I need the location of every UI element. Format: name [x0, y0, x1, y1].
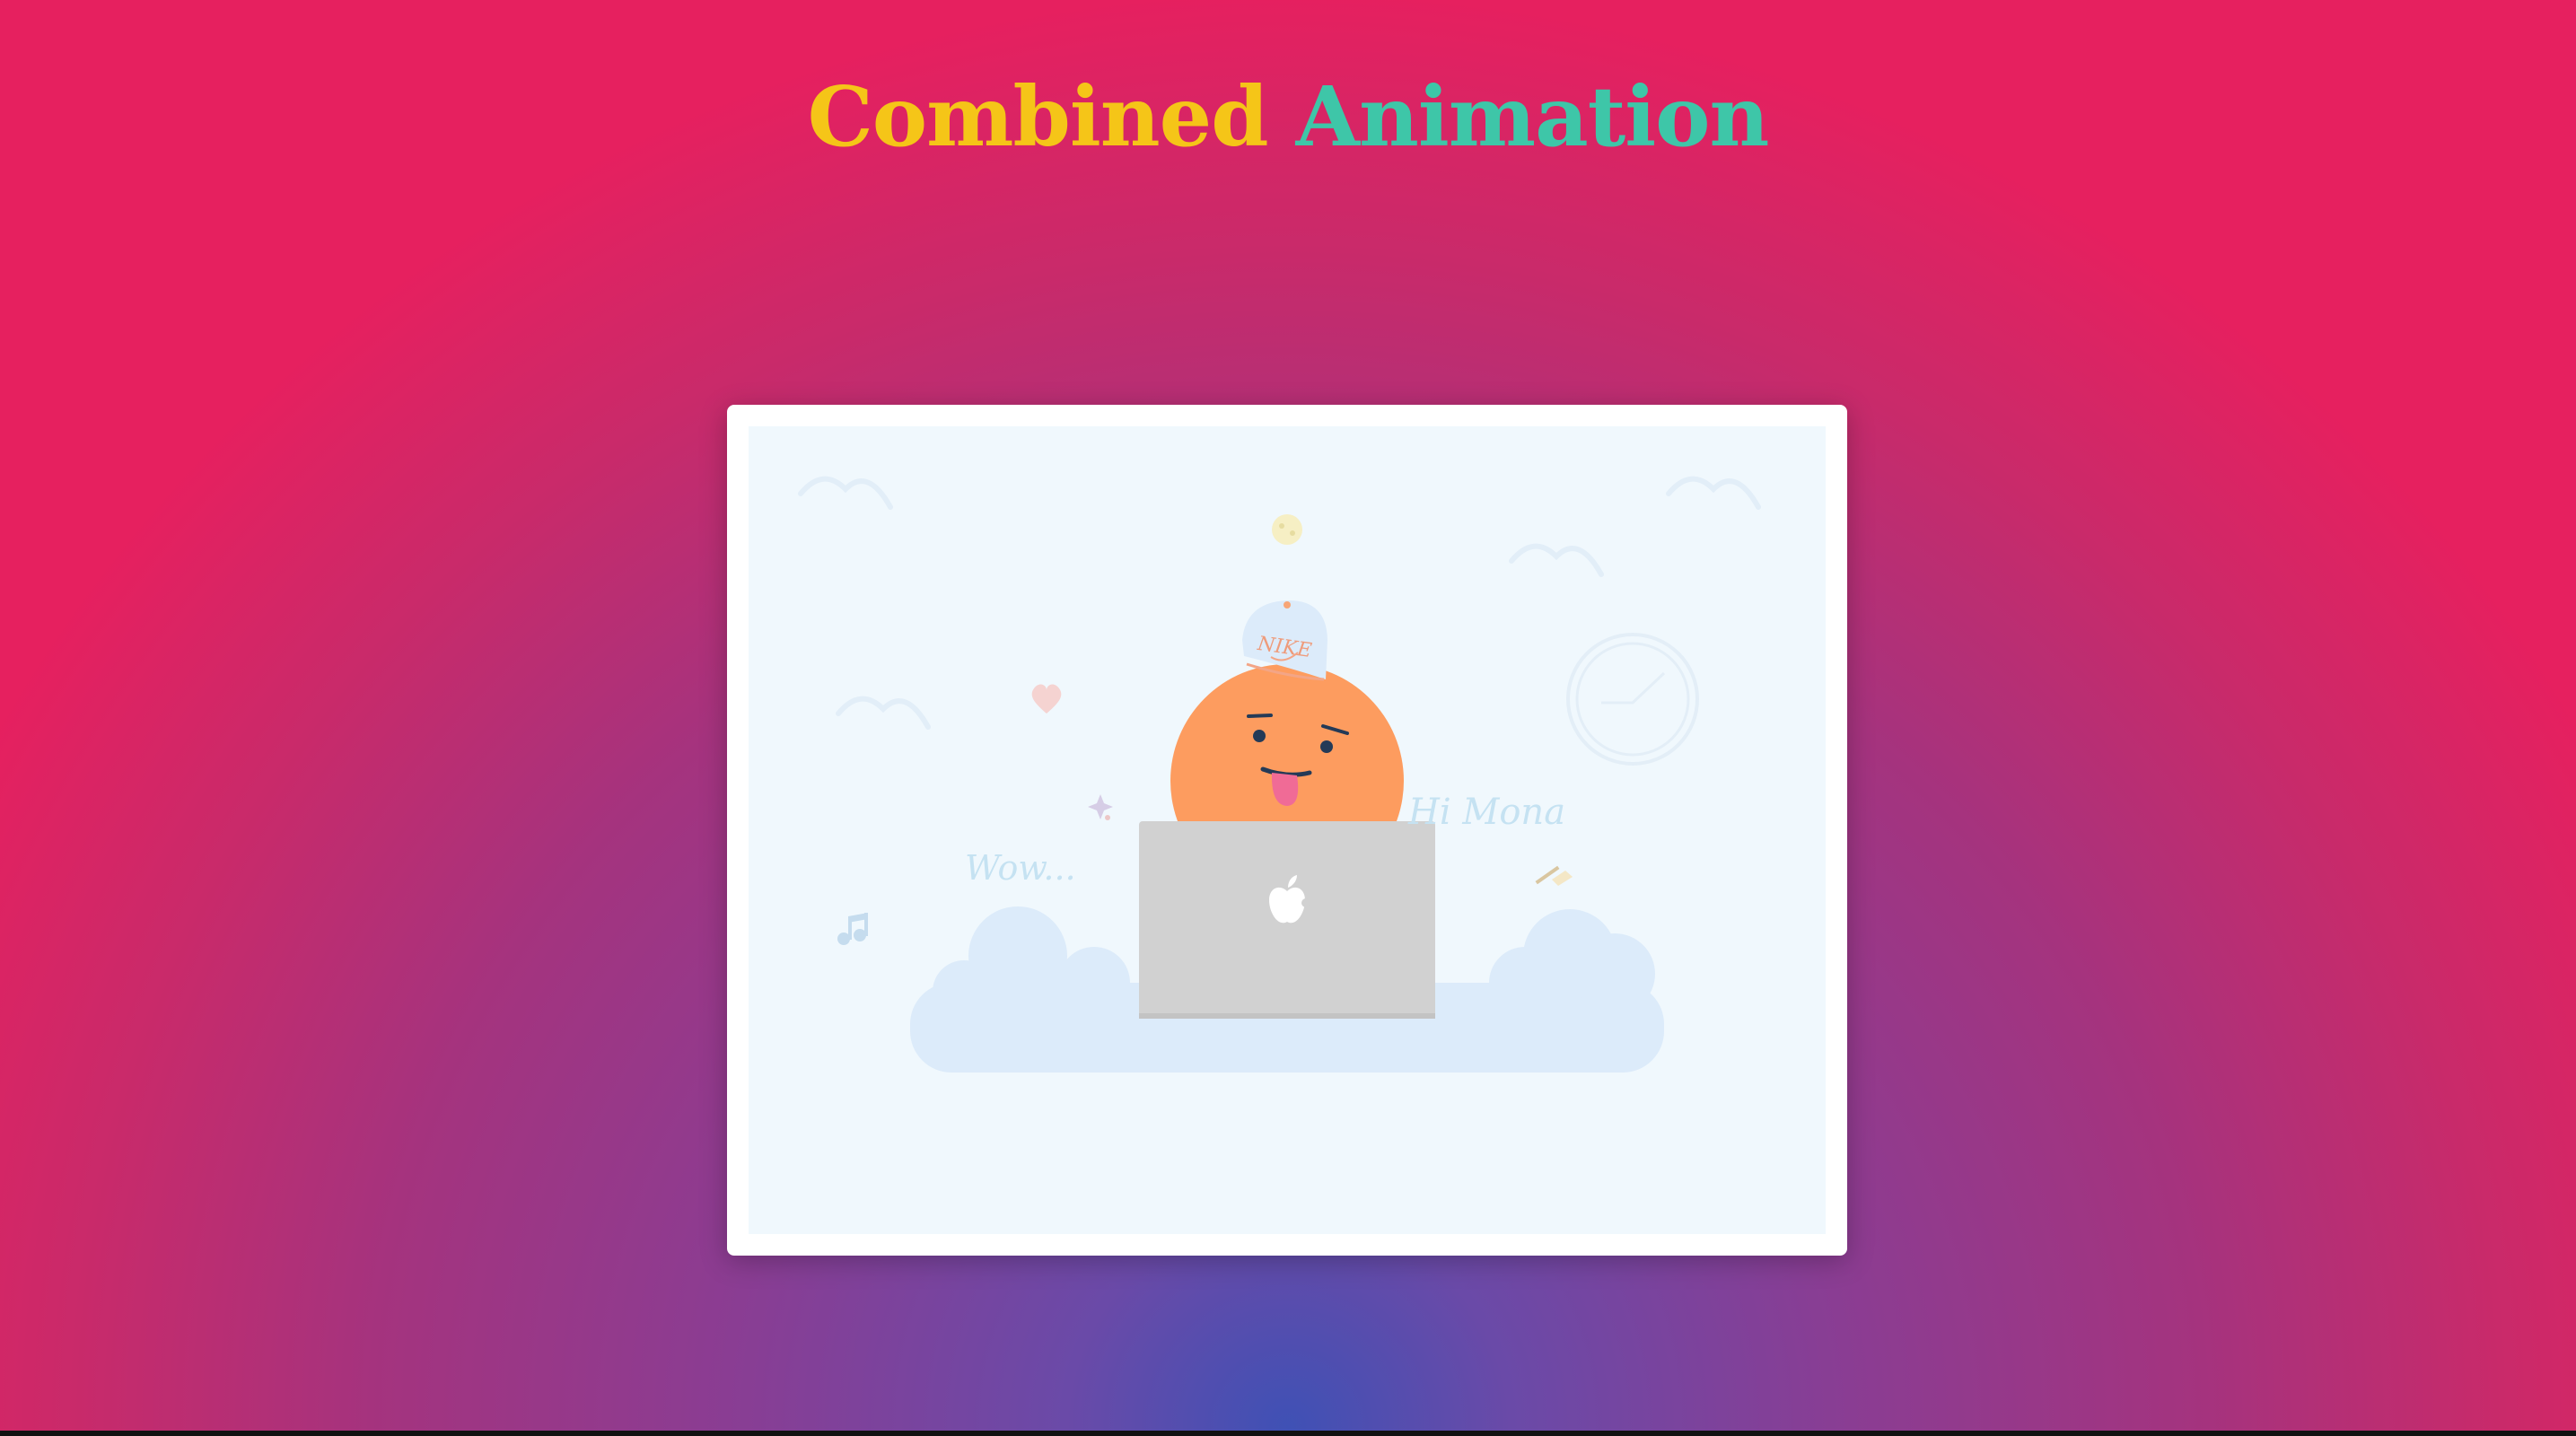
scene-illustration: NIKE: [798, 476, 1761, 1073]
bird-icon: [1509, 543, 1604, 577]
heart-icon: [1031, 684, 1062, 714]
floating-text-wow: Wow...: [965, 848, 1076, 888]
sparkle-icon: [1088, 794, 1113, 820]
writing-hand-icon: [1535, 865, 1573, 886]
animation-scene: NIKE Wow... Hi Mona: [749, 426, 1826, 1234]
title-word-animation: Animation: [1295, 68, 1770, 165]
title-word-combined: Combined: [807, 68, 1269, 165]
bird-icon: [836, 696, 931, 730]
moon-icon: [1272, 514, 1302, 545]
animation-card: NIKE Wow... Hi Mona: [727, 405, 1847, 1256]
page-title: Combined Animation: [0, 63, 2576, 171]
floating-text-hi-mona: Hi Mona: [1408, 792, 1566, 833]
bird-icon: [1666, 476, 1761, 510]
bottom-bar: [0, 1431, 2576, 1436]
bird-icon: [798, 476, 893, 510]
music-note-icon: [837, 913, 868, 945]
laptop: [1139, 821, 1435, 1019]
clock-icon: [1566, 633, 1699, 766]
